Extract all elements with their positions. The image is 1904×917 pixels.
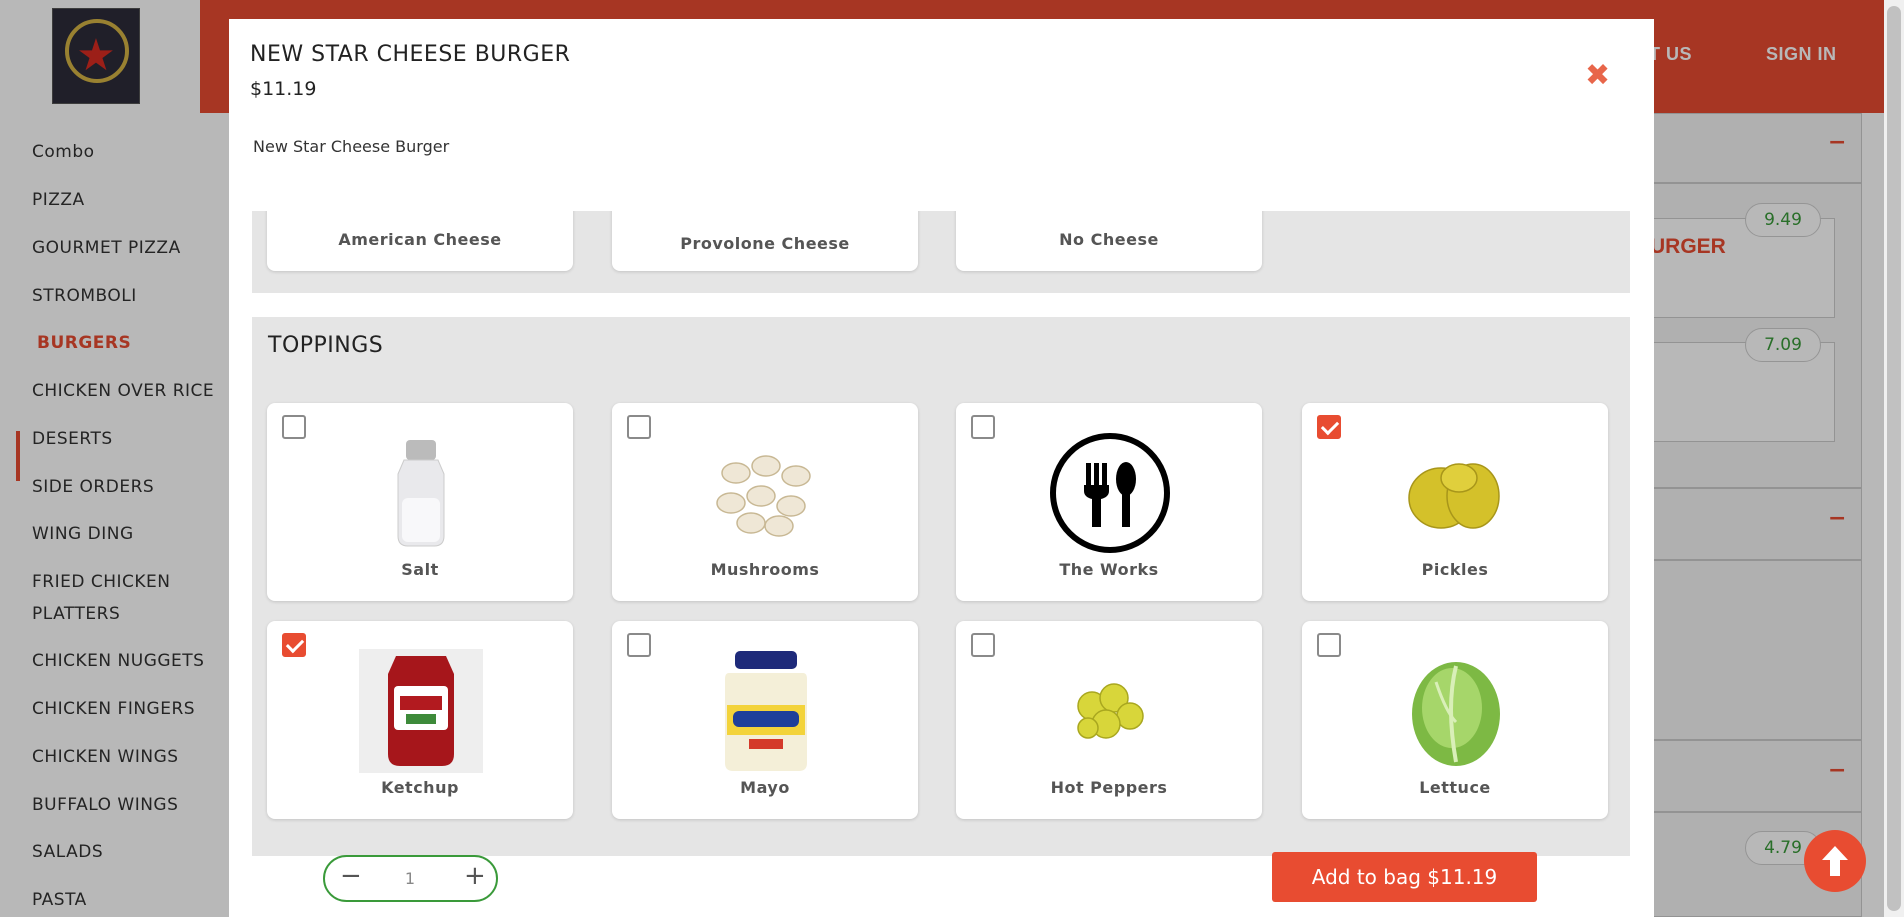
cheese-options-group: American Cheese Provolone Cheese No Chee… — [252, 211, 1630, 293]
increment-button[interactable]: + — [464, 863, 486, 889]
topping-checkbox[interactable] — [971, 415, 995, 439]
topping-hot-peppers[interactable]: Hot Peppers — [956, 621, 1262, 819]
option-label: Mushrooms — [710, 560, 820, 579]
mushrooms-icon — [704, 431, 828, 555]
ketchup-bottle-icon — [359, 649, 483, 773]
topping-mushrooms[interactable]: Mushrooms — [612, 403, 918, 601]
cheese-option-american[interactable]: American Cheese — [267, 211, 573, 271]
option-label: Lettuce — [1419, 778, 1491, 797]
topping-checkbox[interactable] — [1317, 415, 1341, 439]
modal-description: New Star Cheese Burger — [253, 137, 450, 156]
mayo-jar-icon — [704, 649, 828, 773]
salt-shaker-icon — [359, 431, 483, 555]
modal-price: $11.19 — [250, 78, 317, 100]
pickles-icon — [1394, 431, 1518, 555]
add-to-bag-button[interactable]: Add to bag $11.19 — [1272, 852, 1537, 902]
topping-pickles[interactable]: Pickles — [1302, 403, 1608, 601]
topping-the-works[interactable]: The Works — [956, 403, 1262, 601]
topping-mayo[interactable]: Mayo — [612, 621, 918, 819]
toppings-group: TOPPINGS Salt Mushrooms The Works Pickle… — [252, 317, 1630, 856]
options-scroll-area[interactable]: American Cheese Provolone Cheese No Chee… — [229, 211, 1654, 856]
topping-lettuce[interactable]: Lettuce — [1302, 621, 1608, 819]
hot-peppers-icon — [1048, 649, 1172, 773]
product-modal: NEW STAR CHEESE BURGER $11.19 ✖ New Star… — [229, 19, 1654, 917]
topping-ketchup[interactable]: Ketchup — [267, 621, 573, 819]
topping-checkbox[interactable] — [282, 415, 306, 439]
topping-checkbox[interactable] — [627, 415, 651, 439]
cheese-option-none[interactable]: No Cheese — [956, 211, 1262, 271]
option-label: Hot Peppers — [1050, 778, 1168, 797]
option-label: American Cheese — [338, 230, 502, 249]
topping-checkbox[interactable] — [627, 633, 651, 657]
option-label: Salt — [401, 560, 439, 579]
quantity-value[interactable]: 1 — [375, 869, 445, 888]
close-icon[interactable]: ✖ — [1585, 61, 1610, 91]
topping-salt[interactable]: Salt — [267, 403, 573, 601]
quantity-stepper: − 1 + — [323, 855, 498, 902]
option-label: Ketchup — [381, 778, 459, 797]
fork-spoon-icon — [1048, 431, 1172, 555]
topping-checkbox[interactable] — [1317, 633, 1341, 657]
option-label: Pickles — [1421, 560, 1489, 579]
option-label: The Works — [1059, 560, 1159, 579]
option-label: Provolone Cheese — [680, 234, 850, 253]
option-label: Mayo — [740, 778, 790, 797]
toppings-title: TOPPINGS — [268, 333, 384, 358]
topping-checkbox[interactable] — [282, 633, 306, 657]
back-to-top-button[interactable] — [1804, 830, 1866, 892]
cheese-option-provolone[interactable]: Provolone Cheese — [612, 211, 918, 271]
arrow-up-icon — [1822, 846, 1848, 876]
modal-title: NEW STAR CHEESE BURGER — [250, 42, 571, 67]
scrollbar-thumb[interactable] — [1887, 6, 1901, 911]
lettuce-icon — [1394, 649, 1518, 773]
decrement-button[interactable]: − — [340, 863, 362, 889]
option-label: No Cheese — [1059, 230, 1159, 249]
topping-checkbox[interactable] — [971, 633, 995, 657]
